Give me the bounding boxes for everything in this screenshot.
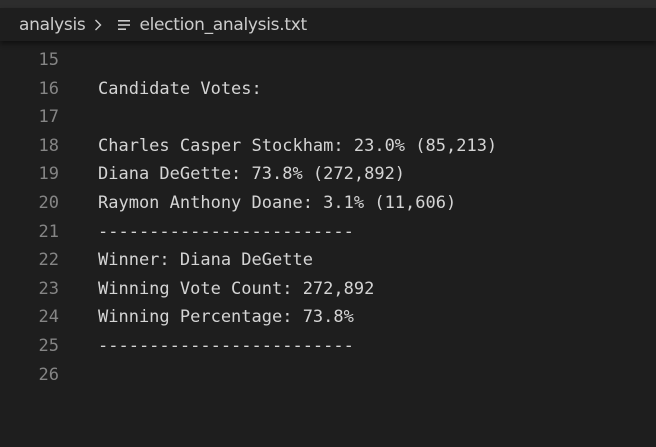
code-line[interactable]: 24 Winning Percentage: 73.8% <box>0 303 656 332</box>
line-number-text: 17 <box>38 107 59 128</box>
line-text: Diana DeGette: 73.8% (272,892) <box>98 164 406 185</box>
code-line[interactable]: 22 Winner: Diana DeGette <box>0 246 656 275</box>
line-text: ------------------------- <box>98 335 354 356</box>
line-text: Charles Casper Stockham: 23.0% (85,213) <box>98 135 498 156</box>
line-number-text: 25 <box>38 335 59 356</box>
code-line[interactable]: 17 <box>0 103 656 132</box>
code-line[interactable]: 19 Diana DeGette: 73.8% (272,892) <box>0 160 656 189</box>
line-text: Winning Vote Count: 272,892 <box>98 278 375 299</box>
tab-bar-strip <box>0 0 656 8</box>
code-line[interactable]: 25 ------------------------- <box>0 332 656 361</box>
breadcrumb-file[interactable]: election_analysis.txt <box>139 15 307 35</box>
line-text: Raymon Anthony Doane: 3.1% (11,606) <box>98 192 457 213</box>
line-number-text: 26 <box>38 364 59 385</box>
code-area[interactable]: 15 16 Candidate Votes: 17 18 Charles Casper S… <box>0 46 656 389</box>
line-number-text: 15 <box>38 50 59 70</box>
breadcrumb: analysis election_analysis.txt <box>0 8 656 41</box>
code-line[interactable]: 15 <box>0 46 656 75</box>
line-number-text: 19 <box>38 164 59 185</box>
line-text: ------------------------- <box>98 221 354 242</box>
code-line[interactable]: 21 ------------------------- <box>0 218 656 247</box>
chevron-right-icon <box>93 18 103 32</box>
line-number-text: 24 <box>38 307 59 328</box>
line-number-text: 20 <box>38 192 59 213</box>
breadcrumb-folder[interactable]: analysis <box>19 15 86 35</box>
line-number-text: 23 <box>38 278 59 299</box>
text-file-icon <box>117 19 131 31</box>
code-line[interactable]: 23 Winning Vote Count: 272,892 <box>0 275 656 304</box>
editor-window: analysis election_analysis.txt 15 16 Candi… <box>0 0 656 447</box>
code-line[interactable]: 20 Raymon Anthony Doane: 3.1% (11,606) <box>0 189 656 218</box>
code-line[interactable]: 26 <box>0 361 656 390</box>
code-line[interactable]: 16 Candidate Votes: <box>0 75 656 104</box>
code-line[interactable]: 18 Charles Casper Stockham: 23.0% (85,213… <box>0 132 656 161</box>
line-text: Winning Percentage: 73.8% <box>98 307 354 328</box>
line-text: Candidate Votes: <box>98 78 262 99</box>
line-number-text: 16 <box>38 78 59 99</box>
line-number-text: 18 <box>38 135 59 156</box>
line-number-text: 22 <box>38 250 59 271</box>
line-number-text: 21 <box>38 221 59 242</box>
line-text: Winner: Diana DeGette <box>98 250 313 271</box>
